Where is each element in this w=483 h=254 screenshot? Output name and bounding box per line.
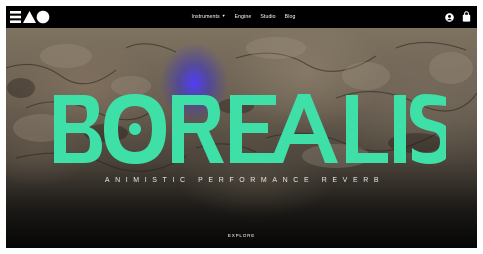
chevron-down-icon: ▼: [221, 14, 226, 19]
hero-title: [54, 94, 446, 164]
nav-instruments[interactable]: Instruments ▼: [192, 14, 226, 20]
nav-instruments-label: Instruments: [191, 14, 220, 20]
top-nav: Instruments ▼ Engine Studio Blog: [6, 6, 477, 28]
nav-studio[interactable]: Studio: [260, 14, 275, 20]
nav-icons: [445, 11, 471, 22]
nav-engine-label: Engine: [234, 14, 252, 20]
explore-button[interactable]: EXPLORE: [6, 233, 477, 238]
cart-icon[interactable]: [462, 11, 471, 22]
nav-engine[interactable]: Engine: [235, 14, 252, 20]
account-icon[interactable]: [445, 12, 454, 22]
browser-viewport: Instruments ▼ Engine Studio Blog ANIMIST…: [6, 6, 477, 248]
hero-subtitle: ANIMISTIC PERFORMANCE REVERB: [104, 177, 385, 184]
nav-links: Instruments ▼ Engine Studio Blog: [6, 6, 477, 28]
nav-blog-label: Blog: [284, 14, 296, 20]
hero-section: ANIMISTIC PERFORMANCE REVERB EXPLORE: [6, 28, 477, 248]
nav-studio-label: Studio: [260, 14, 276, 20]
nav-blog[interactable]: Blog: [285, 14, 296, 20]
